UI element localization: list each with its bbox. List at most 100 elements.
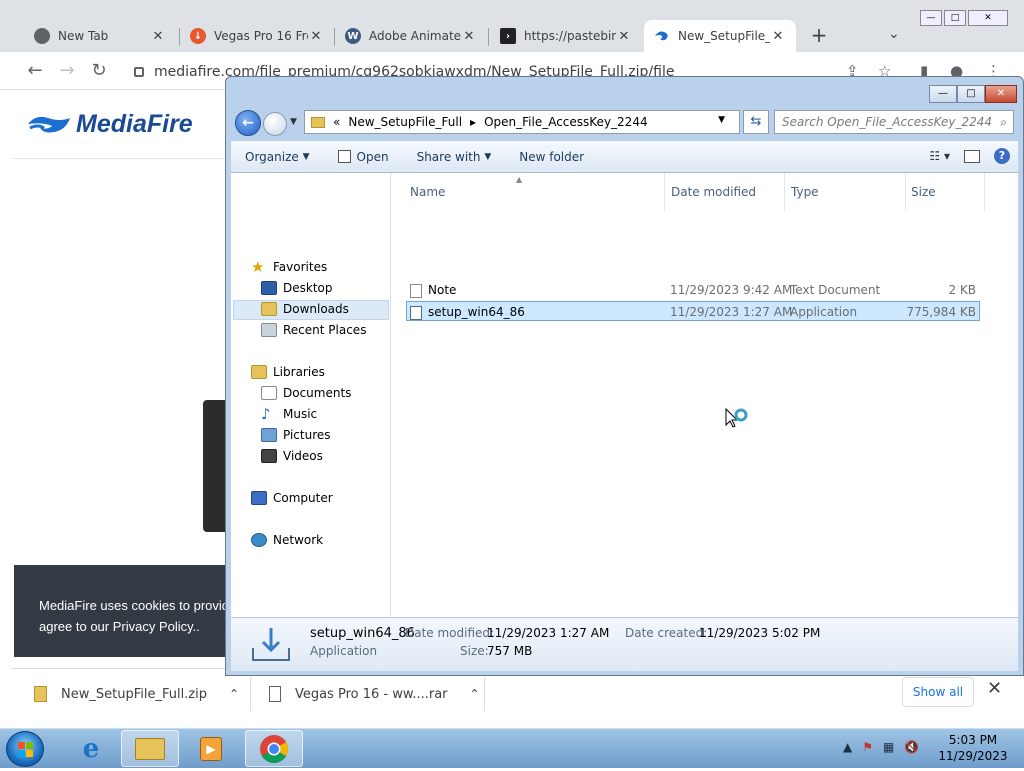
- forward-arrow-icon[interactable]: →: [56, 60, 78, 81]
- maximize-button[interactable]: □: [957, 85, 985, 103]
- nav-pictures[interactable]: Pictures: [261, 425, 331, 445]
- zip-file-icon: [34, 686, 47, 702]
- breadcrumb-separator[interactable]: ▸: [470, 115, 476, 129]
- help-icon[interactable]: ?: [994, 148, 1010, 164]
- tab-adobe-animate[interactable]: W Adobe Animate C ✕: [335, 20, 487, 52]
- organize-button[interactable]: Organize ▼: [231, 150, 324, 164]
- nav-documents[interactable]: Documents: [261, 383, 351, 403]
- details-file-name: setup_win64_86: [310, 626, 415, 641]
- tab-pastebin[interactable]: › https://pastebin.c ✕: [490, 20, 642, 52]
- close-window-button[interactable]: ✕: [968, 10, 1008, 26]
- nav-libraries[interactable]: Libraries: [251, 362, 325, 382]
- column-header-size[interactable]: Size: [911, 181, 936, 203]
- taskbar: e ▶ ▲ ⚑ ▦ 🔇 5:03 PM 11/29/2023: [0, 728, 1024, 768]
- column-divider[interactable]: [664, 173, 665, 211]
- internet-explorer-icon: e: [82, 733, 100, 764]
- share-with-button[interactable]: Share with ▼: [403, 150, 506, 164]
- search-icon[interactable]: ⌕: [1000, 111, 1007, 133]
- column-divider[interactable]: [784, 173, 785, 211]
- nav-recent-places[interactable]: Recent Places: [261, 320, 366, 340]
- close-tab-icon[interactable]: ✕: [770, 29, 786, 44]
- nav-computer[interactable]: Computer: [251, 488, 333, 508]
- explorer-address-row: ← ▼ « New_SetupFile_Full ▸ Open_File_Acc…: [226, 107, 1023, 139]
- taskbar-chrome[interactable]: [245, 730, 303, 767]
- maximize-button[interactable]: □: [944, 10, 966, 26]
- tab-mediafire[interactable]: New_SetupFile_F ✕: [644, 20, 796, 52]
- file-row-setup[interactable]: setup_win64_86 11/29/2023 1:27 AM Applic…: [406, 301, 980, 321]
- cookie-banner: MediaFire uses cookies to provide agree …: [14, 565, 226, 657]
- documents-icon: [261, 386, 277, 400]
- nav-desktop[interactable]: Desktop: [261, 278, 333, 298]
- tab-vegas-pro[interactable]: ↓ Vegas Pro 16 Free ✕: [180, 20, 334, 52]
- show-hidden-icons-icon[interactable]: ▲: [843, 740, 852, 754]
- close-tab-icon[interactable]: ✕: [308, 29, 324, 44]
- taskbar-file-explorer[interactable]: [121, 730, 179, 767]
- back-arrow-icon[interactable]: ←: [24, 60, 46, 81]
- column-divider[interactable]: [984, 173, 985, 211]
- show-all-button[interactable]: Show all: [902, 677, 974, 707]
- breadcrumb-item[interactable]: New_SetupFile_Full: [348, 115, 462, 129]
- tab-strip: New Tab ✕ ↓ Vegas Pro 16 Free ✕ W Adobe …: [0, 0, 1024, 52]
- close-tab-icon[interactable]: ✕: [616, 29, 632, 44]
- minimize-button[interactable]: —: [929, 85, 957, 103]
- mediafire-flame-icon: [28, 116, 70, 132]
- download-item-rar[interactable]: Vegas Pro 16 - ww....rar ⌃: [269, 679, 480, 709]
- column-header-type[interactable]: Type: [791, 181, 819, 203]
- reload-icon[interactable]: ↻: [88, 60, 110, 81]
- download-separator: [484, 677, 485, 711]
- action-center-flag-icon[interactable]: ⚑: [862, 740, 873, 754]
- back-arrow-icon[interactable]: ←: [235, 110, 261, 136]
- start-button[interactable]: [6, 731, 44, 767]
- chevron-up-icon[interactable]: ⌃: [470, 687, 480, 701]
- file-row-note[interactable]: Note 11/29/2023 9:42 AM Text Document 2 …: [406, 280, 980, 300]
- column-divider[interactable]: [905, 173, 906, 211]
- folder-icon: [311, 116, 325, 128]
- tab-new-tab[interactable]: New Tab ✕: [24, 20, 176, 52]
- header-divider: [12, 158, 226, 159]
- star-icon: ★: [251, 258, 265, 276]
- taskbar-media-player[interactable]: ▶: [182, 730, 240, 767]
- taskbar-internet-explorer[interactable]: e: [62, 730, 120, 767]
- nav-videos[interactable]: Videos: [261, 446, 323, 466]
- open-button[interactable]: Open: [324, 150, 403, 164]
- column-header-name[interactable]: Name: [410, 181, 445, 203]
- windows-logo-icon: [18, 742, 33, 757]
- close-tab-icon[interactable]: ✕: [461, 29, 477, 44]
- search-input[interactable]: Search Open_File_AccessKey_2244 ⌕: [774, 110, 1014, 134]
- new-folder-button[interactable]: New folder: [505, 150, 598, 164]
- downloads-folder-icon: [261, 302, 277, 316]
- volume-muted-icon[interactable]: 🔇: [904, 740, 919, 754]
- view-options-icon[interactable]: ☷ ▾: [929, 149, 950, 163]
- breadcrumb-item[interactable]: Open_File_AccessKey_2244: [484, 115, 648, 129]
- column-header-date-modified[interactable]: Date modified: [671, 181, 756, 203]
- system-clock[interactable]: 5:03 PM 11/29/2023: [930, 732, 1016, 764]
- forward-arrow-icon[interactable]: [263, 112, 287, 136]
- recent-pages-dropdown-icon[interactable]: ▼: [290, 117, 297, 127]
- download-item-zip[interactable]: New_SetupFile_Full.zip ⌃: [34, 679, 239, 709]
- mediafire-logo[interactable]: MediaFire: [26, 110, 193, 139]
- tab-separator: [488, 28, 489, 46]
- preview-pane-icon[interactable]: [964, 149, 980, 163]
- network-status-icon[interactable]: ▦: [883, 740, 894, 754]
- network-icon: [251, 533, 267, 547]
- explorer-address-bar[interactable]: « New_SetupFile_Full ▸ Open_File_AccessK…: [304, 110, 740, 134]
- address-dropdown-icon[interactable]: ▼: [718, 115, 725, 125]
- new-tab-button[interactable]: +: [808, 24, 830, 46]
- tab-search-chevron-icon[interactable]: ⌄: [888, 26, 900, 42]
- chrome-icon: [260, 734, 288, 763]
- minimize-button[interactable]: —: [920, 10, 942, 26]
- close-window-button[interactable]: ✕: [985, 85, 1017, 103]
- chevron-up-icon[interactable]: ⌃: [229, 687, 239, 701]
- refresh-icon[interactable]: ⇆: [743, 110, 769, 134]
- close-download-shelf-icon[interactable]: ✕: [987, 678, 1002, 699]
- nav-downloads[interactable]: Downloads: [261, 299, 349, 319]
- explorer-window-controls: — □ ✕: [929, 85, 1017, 103]
- breadcrumb-overflow[interactable]: «: [333, 115, 340, 129]
- videos-icon: [261, 449, 277, 463]
- download-separator: [250, 677, 251, 711]
- nav-network[interactable]: Network: [251, 530, 323, 550]
- command-bar: Organize ▼ Open Share with ▼ New folder …: [231, 141, 1018, 173]
- nav-favorites[interactable]: ★ Favorites: [251, 257, 327, 277]
- nav-music[interactable]: ♪ Music: [261, 404, 317, 424]
- close-tab-icon[interactable]: ✕: [150, 29, 166, 44]
